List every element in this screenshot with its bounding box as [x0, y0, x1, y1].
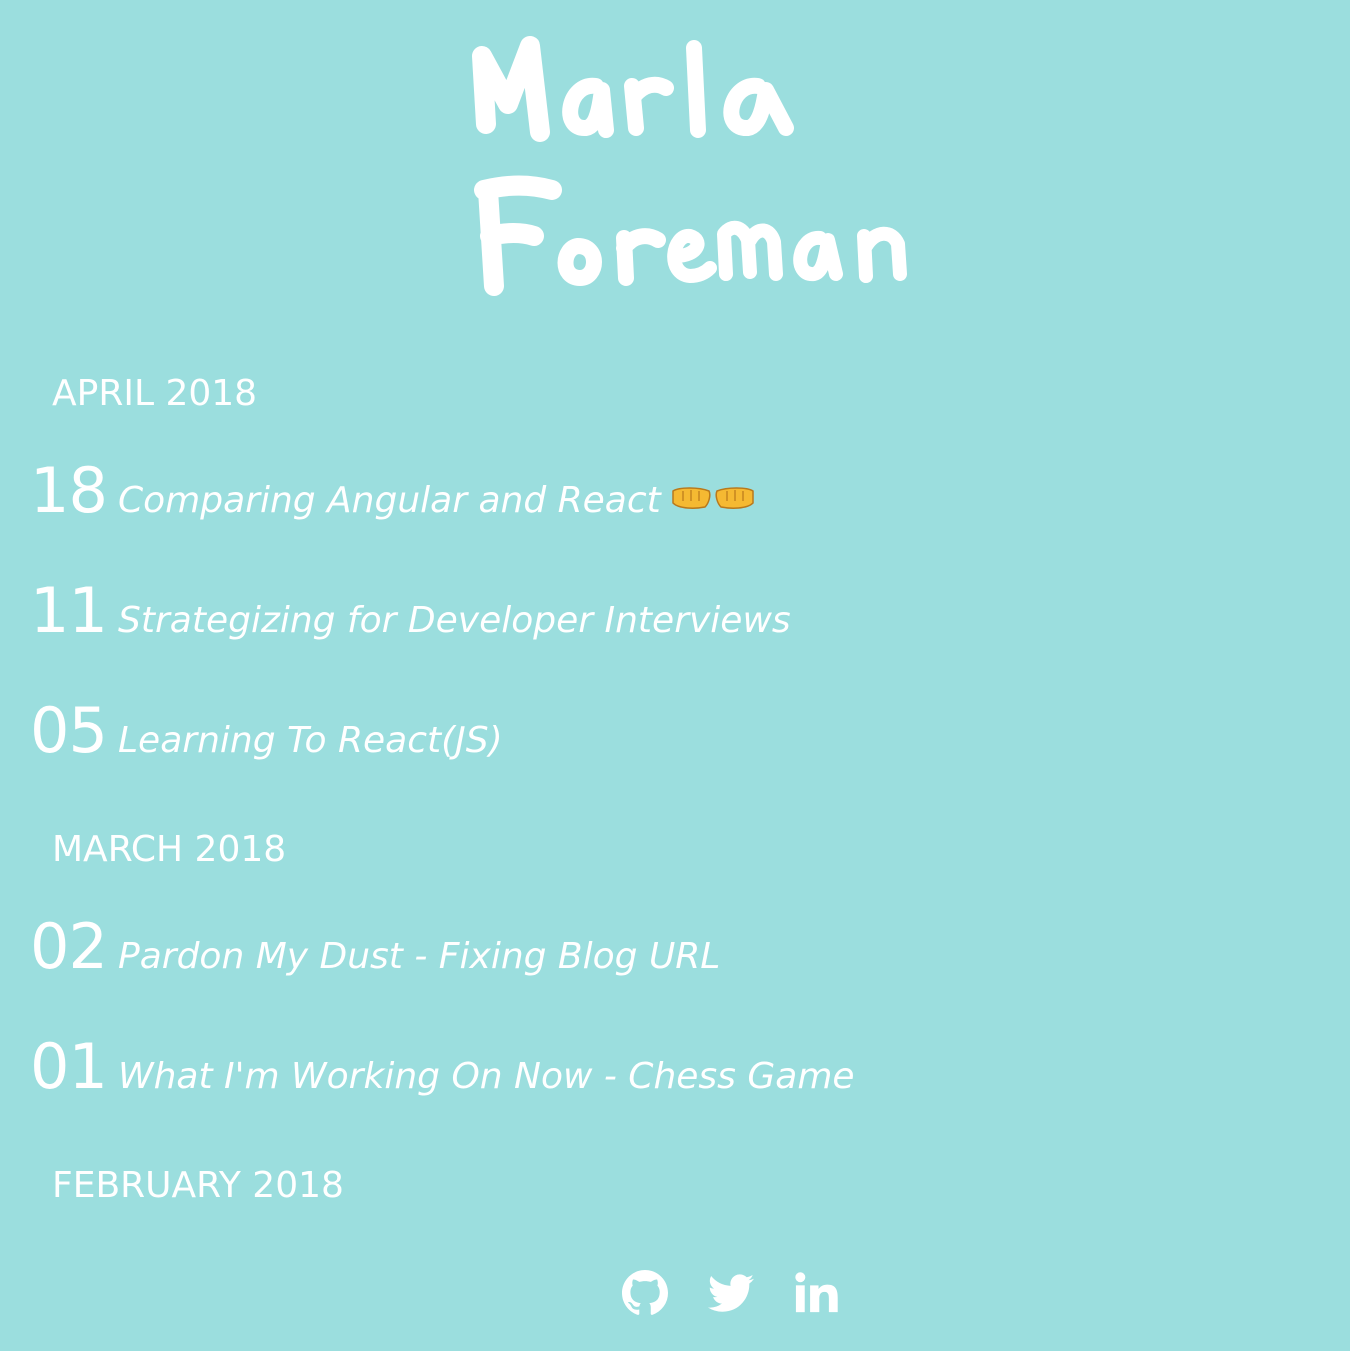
post-item: 05 Learning To React(JS) — [30, 696, 503, 766]
twitter-icon — [708, 1274, 754, 1312]
linkedin-link[interactable] — [794, 1270, 840, 1316]
post-title-link[interactable]: Learning To React(JS) — [118, 719, 503, 763]
post-title-link[interactable]: What I'm Working On Now - Chess Game — [118, 1055, 855, 1099]
post-day: 01 — [30, 1030, 108, 1103]
social-links — [622, 1270, 840, 1316]
linkedin-icon — [795, 1272, 838, 1313]
post-day: 11 — [30, 574, 108, 647]
post-day: 05 — [30, 694, 108, 767]
month-heading-march-2018: MARCH 2018 — [52, 829, 287, 870]
month-heading-april-2018: APRIL 2018 — [52, 373, 258, 414]
github-icon — [622, 1270, 668, 1315]
post-item: 02 Pardon My Dust - Fixing Blog URL — [30, 912, 720, 982]
site-logo[interactable] — [468, 34, 938, 304]
post-title-text: Comparing Angular and React — [118, 480, 661, 521]
post-title-link[interactable]: Strategizing for Developer Interviews — [118, 599, 791, 643]
post-day: 18 — [30, 454, 108, 527]
post-day: 02 — [30, 910, 108, 983]
site-logo-lettering — [472, 36, 907, 296]
fist-bump-emoji-icon — [669, 480, 757, 524]
post-item: 01 What I'm Working On Now - Chess Game — [30, 1032, 855, 1102]
post-title-link[interactable]: Pardon My Dust - Fixing Blog URL — [118, 935, 720, 979]
post-item: 11 Strategizing for Developer Interviews — [30, 576, 791, 646]
post-item: 18 Comparing Angular and React — [30, 456, 757, 526]
month-heading-february-2018: FEBRUARY 2018 — [52, 1165, 344, 1206]
twitter-link[interactable] — [708, 1270, 754, 1316]
github-link[interactable] — [622, 1270, 668, 1316]
post-title-link[interactable]: Comparing Angular and React — [118, 479, 757, 524]
